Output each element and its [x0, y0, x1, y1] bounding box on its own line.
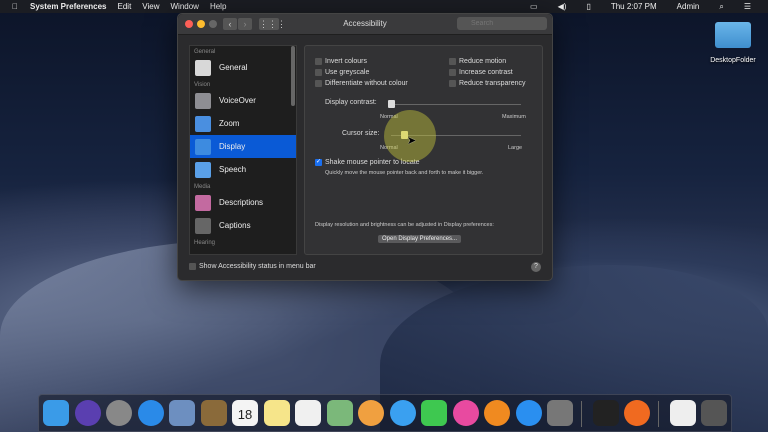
notes-icon[interactable]	[263, 400, 290, 426]
menu-view[interactable]: View	[142, 2, 159, 11]
facetime-icon[interactable]	[421, 400, 447, 426]
sidebar-item-voiceover[interactable]: VoiceOver	[190, 89, 296, 112]
sidebar-item-label: General	[219, 63, 248, 72]
siri-icon[interactable]	[74, 400, 101, 426]
contrast-max-label: Maximum	[502, 114, 526, 120]
display-prefs-note: Display resolution and brightness can be…	[315, 222, 494, 228]
launchpad-icon[interactable]	[106, 400, 132, 426]
accessibility-window: ‹ › ⋮⋮⋮ Accessibility General General Visi…	[177, 13, 553, 281]
menu-help[interactable]: Help	[210, 2, 226, 11]
title-bar: ‹ › ⋮⋮⋮ Accessibility	[178, 14, 552, 35]
desktop-folder-icon[interactable]	[715, 22, 751, 48]
desktop-folder-label[interactable]: DesktopFolder	[700, 57, 766, 64]
finder-icon[interactable]	[43, 400, 69, 426]
use-greyscale-checkbox[interactable]: Use greyscale	[315, 69, 369, 76]
sidebar-item-captions[interactable]: Captions	[190, 214, 296, 237]
menu-app[interactable]: System Preferences	[30, 2, 107, 11]
dock: 18	[38, 394, 732, 432]
firefox-icon[interactable]	[624, 400, 650, 426]
display-contrast-slider[interactable]	[391, 104, 521, 105]
increase-contrast-checkbox[interactable]: Increase contrast	[449, 69, 513, 76]
mouse-pointer-icon: ➤	[407, 135, 417, 147]
reminders-icon[interactable]	[295, 400, 321, 426]
help-button[interactable]: ?	[531, 262, 541, 272]
ibooks-icon[interactable]	[484, 400, 510, 426]
sidebar-section-header: General	[194, 49, 216, 55]
display-contrast-label: Display contrast:	[325, 99, 377, 106]
sidebar-item-label: Captions	[219, 221, 251, 230]
trash-icon[interactable]	[701, 400, 727, 426]
airplay-icon[interactable]: ▭	[530, 2, 538, 11]
photos-icon[interactable]	[358, 400, 384, 426]
search-input[interactable]	[457, 17, 547, 30]
notification-center-icon[interactable]: ☰	[744, 2, 751, 11]
zoom-icon	[195, 115, 211, 132]
sidebar-item-label: VoiceOver	[219, 96, 256, 105]
menu-window[interactable]: Window	[171, 2, 199, 11]
sidebar-item-general[interactable]: General	[190, 56, 296, 79]
safari-icon[interactable]	[137, 400, 164, 426]
sidebar-item-label: Display	[219, 142, 246, 151]
itunes-icon[interactable]	[452, 400, 479, 426]
dock-separator	[580, 401, 582, 427]
maps-icon[interactable]	[326, 400, 353, 426]
sidebar-item-label: Descriptions	[219, 198, 264, 207]
sidebar-item-descriptions[interactable]: Descriptions	[190, 191, 296, 214]
show-status-in-menu-bar-checkbox[interactable]: Show Accessibility status in menu bar	[189, 263, 316, 270]
document-icon[interactable]	[669, 400, 696, 426]
apple-icon[interactable]: 	[12, 2, 18, 11]
display-icon	[195, 138, 211, 155]
sidebar-scrollbar[interactable]	[291, 46, 295, 106]
spotlight-icon[interactable]: ⌕	[719, 2, 723, 12]
sidebar: General General Vision VoiceOver Zoom Display…	[189, 45, 297, 255]
preview-icon[interactable]	[169, 400, 195, 426]
terminal-icon[interactable]	[592, 400, 619, 426]
contacts-icon[interactable]	[200, 400, 227, 426]
sidebar-section-header: Hearing	[194, 240, 216, 246]
volume-icon[interactable]: ◀)	[558, 2, 567, 11]
invert-colours-checkbox[interactable]: Invert colours	[315, 58, 367, 65]
clock[interactable]: Thu 2:07 PM	[611, 2, 657, 11]
system-preferences-icon[interactable]	[547, 400, 573, 426]
sidebar-item-display[interactable]: Display	[190, 135, 296, 158]
general-icon	[195, 59, 211, 76]
user-name[interactable]: Admin	[677, 2, 700, 11]
reduce-transparency-checkbox[interactable]: Reduce transparency	[449, 80, 526, 87]
calendar-icon[interactable]: 18	[232, 400, 258, 426]
open-display-preferences-button[interactable]: Open Display Preferences...	[378, 235, 462, 243]
battery-icon[interactable]: ▯	[586, 2, 590, 11]
sidebar-item-speech[interactable]: Speech	[190, 158, 296, 181]
speech-icon	[195, 161, 211, 178]
menu-edit[interactable]: Edit	[118, 2, 132, 11]
sidebar-item-label: Zoom	[219, 119, 240, 128]
sidebar-section-header: Vision	[194, 82, 211, 88]
sidebar-item-zoom[interactable]: Zoom	[190, 112, 296, 135]
menu-bar:  System Preferences Edit View Window He…	[0, 0, 768, 13]
voiceover-icon	[195, 92, 211, 109]
descriptions-icon	[195, 194, 211, 211]
cursor-max-label: Large	[508, 145, 523, 151]
dock-separator	[657, 401, 659, 427]
shake-description: Quickly move the mouse pointer back and …	[325, 170, 484, 176]
captions-icon	[195, 217, 211, 234]
sidebar-item-label: Speech	[219, 165, 247, 174]
reduce-motion-checkbox[interactable]: Reduce motion	[449, 58, 506, 65]
app-store-icon[interactable]	[515, 400, 542, 426]
differentiate-without-colour-checkbox[interactable]: Differentiate without colour	[315, 80, 408, 87]
cursor-size-label: Cursor size:	[342, 130, 380, 137]
sidebar-section-header: Media	[194, 184, 211, 190]
messages-icon[interactable]	[389, 400, 416, 426]
display-contrast-slider-knob[interactable]	[388, 100, 395, 108]
